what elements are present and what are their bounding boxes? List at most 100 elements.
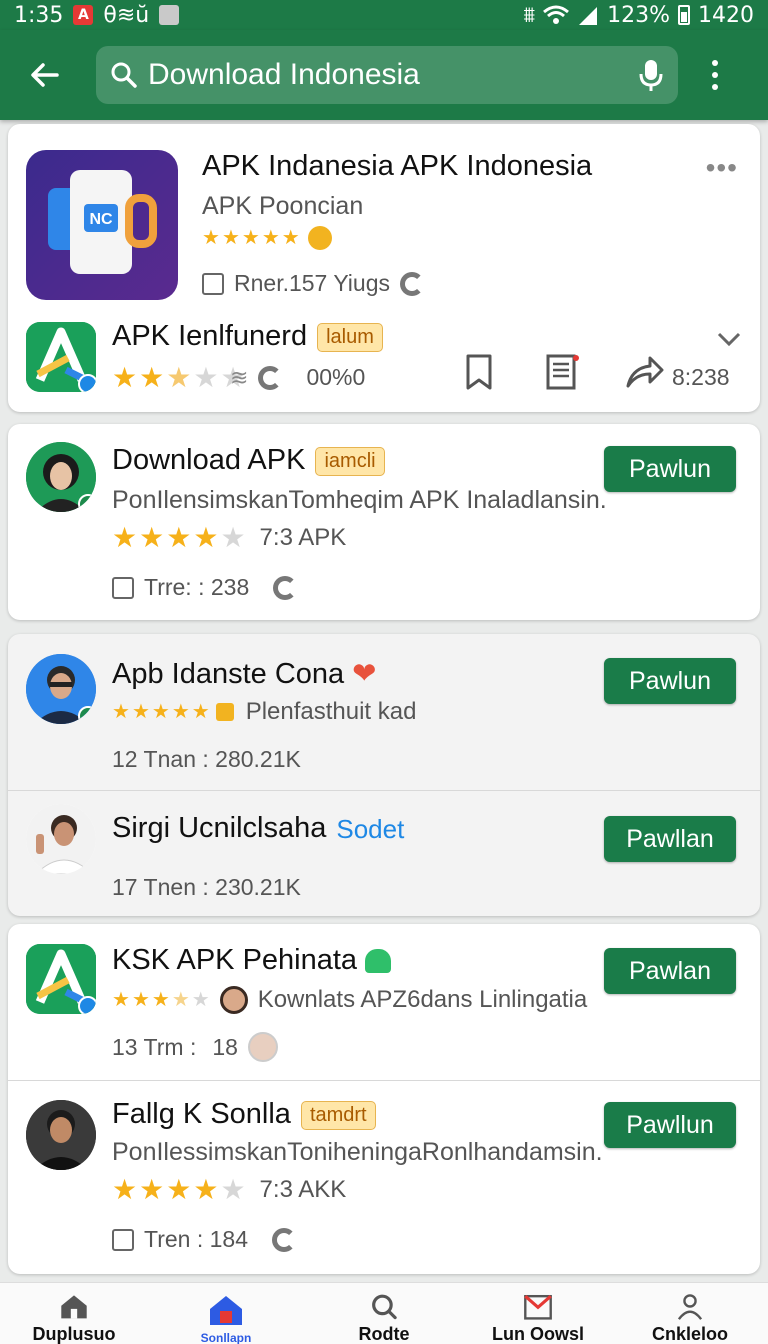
result-description: PonIlensimskanTomheqim APK Inaladlansin.	[112, 486, 607, 514]
result-title[interactable]: Download APK iamcli	[112, 444, 385, 477]
install-button[interactable]: Pawllan	[604, 816, 736, 862]
result-meta: 12 Tnan : 280.21K	[112, 746, 301, 772]
status-number: 1420	[698, 2, 754, 28]
second-count: 8:238	[672, 364, 730, 390]
result-meta: Tren : 184	[112, 1226, 296, 1253]
battery-icon	[678, 5, 690, 25]
bottom-navigation: Duplusuo Sonllapn Rodte Lun Oowsl Cnklel…	[0, 1282, 768, 1344]
more-options-button[interactable]	[700, 48, 730, 102]
download-icon	[112, 576, 134, 599]
result-rating: ★ ★ ★ ★ ★ Plenfasthuit kad	[112, 698, 417, 725]
second-badge: lalum	[317, 322, 383, 352]
result-title-text: Download APK	[112, 444, 306, 476]
result-rating: ★ ★ ★ ★ ★ 7:3 AKK	[112, 1174, 347, 1205]
result-title-text: KSK APK Pehinata	[112, 944, 358, 976]
person-avatar-icon	[26, 804, 96, 874]
microphone-icon[interactable]	[638, 58, 664, 92]
featured-app-icon[interactable]: NC	[26, 150, 178, 300]
app-icon[interactable]	[26, 944, 96, 1014]
result-badge: Sodet	[336, 813, 405, 844]
nav-label: Lun Oowsl	[492, 1324, 584, 1344]
featured-card: NC APK Indanesia APK Indonesia ••• APK P…	[8, 124, 760, 412]
status-bar: 1:35 A θ≋ŭ ⩩ 123% 1420	[0, 0, 768, 30]
arrow-left-icon	[31, 63, 59, 87]
loading-icon	[273, 575, 298, 600]
loading-icon	[400, 271, 425, 296]
svg-text:NC: NC	[89, 211, 113, 228]
avatar[interactable]	[26, 442, 96, 512]
result-title[interactable]: Fallg K Sonlla tamdrt	[112, 1098, 376, 1131]
avatar[interactable]	[26, 654, 96, 724]
result-rating: ★ ★ ★ ★ ★ 7:3 APK	[112, 522, 347, 553]
bookmark-icon[interactable]	[458, 350, 502, 394]
result-title[interactable]: Sirgi Ucnilclsaha Sodet	[112, 812, 404, 845]
download-icon	[112, 1228, 134, 1251]
nav-label: Cnkleloo	[651, 1324, 728, 1344]
result-rating: ★ ★ ★ ★ ★ Kownlats APZ6dans Linlingatia	[112, 986, 588, 1014]
status-extra: θ≋ŭ	[103, 2, 150, 28]
result-title-text: Apb Idanste Cona	[112, 658, 345, 690]
photo-icon	[159, 5, 180, 25]
search-query: Download Indonesia	[148, 58, 420, 91]
verified-icon	[78, 706, 96, 724]
featured-meta-text: Rner.157 Yiugs	[234, 270, 391, 296]
row-divider	[8, 790, 760, 791]
loading-icon	[258, 365, 283, 390]
result-title-text: Fallg K Sonlla	[112, 1098, 291, 1130]
share-icon[interactable]	[622, 350, 666, 394]
second-pct: 00%0	[306, 364, 366, 390]
rating-text: 7:3 AKK	[259, 1176, 347, 1203]
install-button[interactable]: Pawllun	[604, 1102, 736, 1148]
result-meta-text: Tren : 184	[144, 1226, 248, 1252]
wifi-icon	[543, 5, 570, 24]
avatar-mini-icon	[247, 1032, 278, 1062]
install-button[interactable]: Pawlan	[604, 948, 736, 994]
featured-meta: Rner.157 Yiugs	[202, 270, 425, 297]
home-icon	[61, 1295, 87, 1319]
battery-percent: 123%	[607, 2, 670, 28]
notification-icon: A	[73, 5, 94, 25]
nav-store[interactable]: Sonllapn	[166, 1283, 286, 1344]
nav-profile[interactable]: Cnkleloo	[630, 1283, 750, 1344]
nav-messages[interactable]: Lun Oowsl	[478, 1283, 598, 1344]
verified-icon	[78, 374, 96, 392]
avatar[interactable]	[26, 804, 96, 874]
result-meta-text: Trre: : 238	[144, 574, 250, 600]
chevron-down-icon[interactable]	[716, 330, 742, 348]
result-card-1: Download APK iamcli Pawlun PonIlensimskan…	[8, 424, 760, 620]
featured-title[interactable]: APK Indanesia APK Indonesia	[202, 150, 592, 183]
person-avatar-icon	[26, 1100, 96, 1170]
chevrons-up-icon: ≋	[230, 364, 249, 390]
store-icon	[210, 1296, 242, 1325]
result-meta: 17 Tnen : 230.21K	[112, 874, 301, 900]
verified-icon	[78, 494, 96, 512]
avatar[interactable]	[26, 1100, 96, 1170]
search-input[interactable]: Download Indonesia	[96, 46, 678, 104]
result-meta-value: 18	[212, 1033, 238, 1060]
status-time: 1:35	[14, 2, 64, 28]
award-icon	[215, 703, 234, 721]
result-title[interactable]: KSK APK Pehinata	[112, 944, 392, 977]
result-meta-text: 13 Trm :	[112, 1033, 197, 1060]
android-icon	[365, 949, 392, 974]
more-icon[interactable]: •••	[706, 152, 738, 184]
result-badge: tamdrt	[300, 1100, 376, 1130]
nav-search[interactable]: Rodte	[324, 1283, 444, 1344]
document-icon[interactable]	[540, 350, 584, 394]
avatar-mini-icon	[219, 986, 248, 1014]
app-bar: Download Indonesia	[0, 30, 768, 120]
nav-home[interactable]: Duplusuo	[14, 1283, 134, 1344]
result-meta: Trre: : 238	[112, 574, 298, 601]
install-button[interactable]: Pawlun	[604, 446, 736, 492]
back-button[interactable]	[18, 48, 72, 102]
result-title[interactable]: Apb Idanste Cona ❤	[112, 656, 376, 691]
second-title[interactable]: APK Ienlfunerd lalum	[112, 320, 383, 353]
install-button[interactable]: Pawlun	[604, 658, 736, 704]
second-app-icon[interactable]	[26, 322, 96, 392]
rating-text: 7:3 APK	[259, 524, 347, 551]
download-icon	[202, 272, 224, 295]
featured-rating: ★ ★ ★ ★ ★	[202, 226, 332, 250]
second-meta: ≋ 00%0	[230, 364, 365, 391]
result-title-text: Sirgi Ucnilclsaha	[112, 812, 327, 844]
person-icon	[677, 1294, 703, 1320]
